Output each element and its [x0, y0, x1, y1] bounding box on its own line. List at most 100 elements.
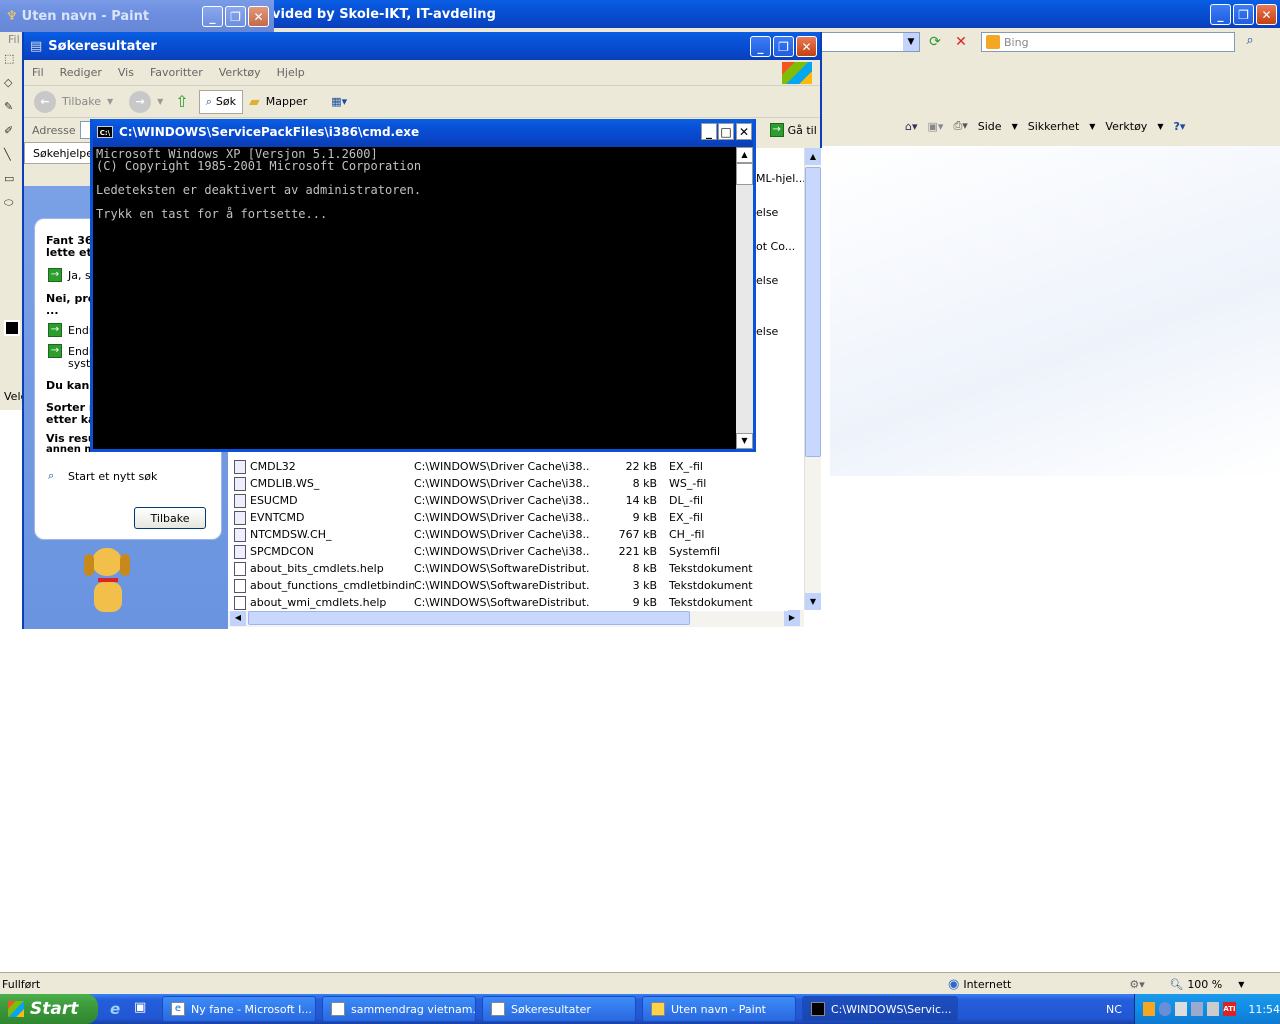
tray-monitor-icon[interactable]	[1174, 1002, 1187, 1016]
cmd-scroll-up[interactable]: ▲	[736, 147, 753, 163]
go-button[interactable]: Gå til	[788, 124, 817, 137]
help-icon[interactable]: ?▾	[1173, 120, 1185, 133]
cmd-titlebar[interactable]: C:\ C:\WINDOWS\ServicePackFiles\i386\cmd…	[93, 119, 753, 144]
menu-hjelp[interactable]: Hjelp	[269, 66, 313, 79]
ie-titlebar[interactable]: vided by Skole-IKT, IT-avdeling _ ❐ ✕	[270, 0, 1280, 28]
line-tool-icon[interactable]: ╲	[4, 148, 24, 172]
back-button[interactable]: Tilbake	[62, 95, 101, 108]
taskbar-item-ie[interactable]: e Ny fane - Microsoft I...	[162, 996, 316, 1022]
cmd-maximize-button[interactable]: □	[718, 123, 734, 140]
brush-tool-icon[interactable]: ✐	[4, 124, 24, 148]
ie-close-button[interactable]: ✕	[1256, 4, 1277, 25]
list-item[interactable]: about_wmi_cmdlets.help C:\WINDOWS\Softwar…	[228, 594, 759, 611]
list-item[interactable]: about_functions_cmdletbindin... C:\WINDOW…	[228, 577, 759, 594]
new-search-link[interactable]: Start et nytt søk	[68, 470, 157, 483]
ie-minimize-button[interactable]: _	[1210, 4, 1231, 25]
search-minimize-button[interactable]: _	[750, 36, 771, 57]
color-swatch[interactable]	[4, 320, 20, 336]
print-icon[interactable]: ⎙▾	[953, 119, 967, 133]
menu-fil[interactable]: Fil	[24, 66, 52, 79]
select-tool-icon[interactable]: ⬚	[4, 52, 24, 76]
results-hscrollbar[interactable]: ◀ ▶	[228, 610, 804, 627]
ie-address-dropdown-icon[interactable]: ▼	[903, 33, 919, 51]
list-item[interactable]: ESUCMD C:\WINDOWS\Driver Cache\i38... 14 k…	[228, 492, 759, 509]
refresh-icon[interactable]: ⟳	[925, 33, 945, 51]
hscroll-thumb[interactable]	[248, 611, 690, 625]
taskbar-item-paint[interactable]: Uten navn - Paint	[642, 996, 796, 1022]
menu-rediger[interactable]: Rediger	[52, 66, 110, 79]
companion-tab[interactable]: Søkehjelper	[24, 142, 100, 164]
list-item[interactable]: CMDLIB.WS_ C:\WINDOWS\Driver Cache\i38...…	[228, 475, 759, 492]
search-toggle-button[interactable]: ⌕ Søk	[198, 89, 243, 114]
security-menu[interactable]: Sikkerhet	[1028, 120, 1080, 133]
tray-app-icon[interactable]	[1143, 1002, 1155, 1016]
forward-icon[interactable]: →	[129, 90, 152, 113]
yes-link[interactable]: Ja, s	[68, 269, 91, 282]
cmd-minimize-button[interactable]: _	[701, 123, 717, 140]
views-icon[interactable]: ▦▾	[331, 95, 347, 108]
search-close-button[interactable]: ✕	[796, 36, 817, 57]
scroll-thumb[interactable]	[805, 167, 821, 457]
feeds-icon[interactable]: ▣▾	[928, 120, 944, 133]
folders-button[interactable]: Mapper	[266, 95, 308, 108]
cmd-close-button[interactable]: ✕	[736, 123, 752, 140]
start-button[interactable]: Start	[0, 994, 98, 1024]
home-icon[interactable]: ⌂▾	[905, 120, 918, 133]
back-icon[interactable]: ←	[34, 90, 56, 113]
tools-menu[interactable]: Verktøy	[1105, 120, 1147, 133]
cmd-console[interactable]: Microsoft Windows XP [Versjon 5.1.2600] …	[93, 147, 736, 449]
menu-favoritter[interactable]: Favoritter	[142, 66, 211, 79]
menu-verktoy[interactable]: Verktøy	[211, 66, 269, 79]
list-item[interactable]: SPCMDCON C:\WINDOWS\Driver Cache\i38... 22…	[228, 543, 759, 560]
page-menu[interactable]: Side	[978, 120, 1002, 133]
paint-menu-fil[interactable]: Fil	[8, 33, 20, 46]
paint-close-button[interactable]: ✕	[248, 6, 269, 27]
tray-sync-icon[interactable]	[1190, 1002, 1203, 1016]
stop-icon[interactable]: ✕	[951, 33, 971, 51]
ie-quicklaunch-icon[interactable]: e	[110, 1000, 120, 1018]
show-desktop-icon[interactable]: ▣	[134, 1000, 146, 1015]
scroll-left-arrow[interactable]: ◀	[230, 610, 246, 626]
tray-ati-icon[interactable]: ATI	[1222, 1002, 1237, 1016]
search-titlebar[interactable]: ▤ Søkeresultater _ ❐ ✕	[24, 32, 820, 60]
scroll-up-arrow[interactable]: ▲	[805, 148, 821, 165]
fill-tool-icon[interactable]: ◇	[4, 76, 24, 100]
taskbar-item-word[interactable]: sammendrag vietnam...	[322, 996, 476, 1022]
up-folder-icon[interactable]: ⇧	[175, 92, 188, 111]
scroll-down-arrow[interactable]: ▼	[805, 593, 821, 610]
taskbar-item-search[interactable]: Søkeresultater	[482, 996, 636, 1022]
ellipse-tool-icon[interactable]: ⬭	[4, 196, 24, 220]
clock[interactable]: 11:54	[1248, 1003, 1280, 1016]
paint-maximize-button[interactable]: ❐	[225, 6, 246, 27]
zone-settings-icon[interactable]: ⚙▾	[1129, 978, 1169, 991]
list-item[interactable]: NTCMDSW.CH_ C:\WINDOWS\Driver Cache\i38..…	[228, 526, 759, 543]
cmd-scrollbar[interactable]: ▲ ▼	[736, 147, 753, 449]
cmd-scroll-thumb[interactable]	[736, 163, 753, 185]
zoom-level[interactable]: 100 %	[1183, 978, 1222, 991]
pane-back-button[interactable]: Tilbake	[134, 507, 206, 529]
rect-tool-icon[interactable]: ▭	[4, 172, 24, 196]
list-item[interactable]: EVNTCMD C:\WINDOWS\Driver Cache\i38... 9 k…	[228, 509, 759, 526]
list-item[interactable]: about_bits_cmdlets.help C:\WINDOWS\Softwa…	[228, 560, 759, 577]
paint-minimize-button[interactable]: _	[202, 6, 223, 27]
go-icon[interactable]: →	[769, 123, 784, 137]
tray-network-icon[interactable]	[1158, 1002, 1171, 1016]
zoom-icon[interactable]: 🔍︎	[1169, 978, 1183, 991]
language-indicator[interactable]: NC	[1106, 1003, 1122, 1016]
tray-volume-icon[interactable]	[1206, 1002, 1219, 1016]
text-file-icon	[234, 578, 246, 593]
results-scrollbar[interactable]: ▲ ▼	[804, 148, 821, 610]
taskbar-item-cmd[interactable]: C:\WINDOWS\Servic...	[802, 996, 958, 1022]
search-go-icon[interactable]: ⌕	[1240, 33, 1260, 51]
menu-vis[interactable]: Vis	[110, 66, 142, 79]
ie-maximize-button[interactable]: ❐	[1233, 4, 1254, 25]
scroll-right-arrow[interactable]: ▶	[784, 610, 800, 626]
folders-icon[interactable]: ▰	[249, 94, 260, 110]
search-dog-icon[interactable]	[80, 548, 136, 618]
paint-titlebar[interactable]: ♆ Uten navn - Paint _ ❐ ✕	[0, 0, 274, 32]
search-maximize-button[interactable]: ❐	[773, 36, 794, 57]
list-item[interactable]: CMDL32 C:\WINDOWS\Driver Cache\i38... 22 k…	[228, 458, 759, 475]
pencil-tool-icon[interactable]: ✎	[4, 100, 24, 124]
cmd-scroll-down[interactable]: ▼	[736, 433, 753, 449]
bing-search-input[interactable]: Bing	[981, 32, 1235, 52]
